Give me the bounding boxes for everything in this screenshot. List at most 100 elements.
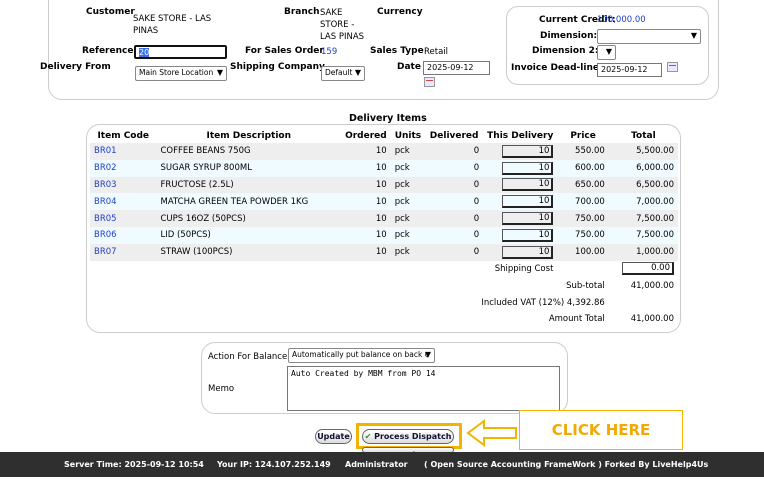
item-ordered: 10 (375, 247, 387, 258)
calendar-icon[interactable] (667, 62, 678, 72)
this-delivery-input[interactable]: 10 (502, 195, 554, 209)
item-description: CUPS 16OZ (50PCS) (160, 213, 246, 224)
amount-total-label: Amount Total (548, 314, 605, 325)
this-delivery-input[interactable]: 10 (502, 161, 554, 175)
chevron-down-icon: ▼ (605, 47, 612, 56)
sales-type-label: Sales Type (370, 46, 424, 56)
dimension2-select[interactable]: ▼ (597, 45, 616, 60)
delivery-items-table: Item Code Item Description Ordered Units… (90, 129, 678, 328)
item-total: 5,500.00 (636, 146, 674, 157)
amount-total-row: Amount Total 41,000.00 (90, 311, 678, 328)
item-code-link[interactable]: BR05 (90, 210, 156, 227)
currency-label: Currency (377, 7, 423, 17)
item-price: 700.00 (575, 196, 605, 207)
table-row: BR04 MATCHA GREEN TEA POWDER 1KG 10 pck … (90, 193, 678, 211)
dimension-select[interactable]: ▼ (597, 29, 701, 44)
date-input[interactable]: 2025-09-12 (423, 61, 490, 75)
update-button[interactable]: Update (315, 429, 352, 444)
table-row: BR05 CUPS 16OZ (50PCS) 10 pck 0 10 750.0… (90, 210, 678, 227)
dimension-label: Dimension: (540, 31, 598, 41)
delivery-items-title: Delivery Items (349, 113, 427, 124)
item-delivered: 0 (473, 230, 480, 241)
item-total: 6,500.00 (636, 179, 674, 190)
item-price: 750.00 (575, 230, 605, 241)
item-price: 100.00 (575, 247, 605, 258)
vat-label: Included VAT (12%) (481, 297, 565, 308)
memo-label: Memo (208, 384, 235, 394)
item-code-link[interactable]: BR06 (90, 227, 156, 244)
item-total: 1,000.00 (636, 247, 674, 258)
delivery-from-select[interactable]: Main Store Location ▼ (135, 66, 227, 81)
table-row: BR01 COFFEE BEANS 750G 10 pck 0 10 550.0… (90, 143, 678, 160)
item-description: SUGAR SYRUP 800ML (160, 163, 252, 174)
item-delivered: 0 (473, 179, 480, 190)
item-ordered: 10 (375, 230, 387, 241)
action-balance-select[interactable]: Automatically put balance on back o ▼ (288, 348, 435, 363)
item-code-link[interactable]: BR07 (90, 244, 156, 261)
item-description: MATCHA GREEN TEA POWDER 1KG (160, 196, 309, 207)
sales-order-label: For Sales Order (245, 46, 324, 56)
this-delivery-input[interactable]: 10 (502, 144, 554, 158)
item-code-link[interactable]: BR02 (90, 160, 156, 177)
this-delivery-input[interactable]: 10 (502, 178, 554, 192)
memo-textarea[interactable]: Auto Created by MBM from PO 14 (287, 366, 560, 411)
item-price: 750.00 (575, 213, 605, 224)
item-total: 7,000.00 (636, 196, 674, 207)
shipping-company-select[interactable]: Default ▼ (321, 66, 365, 81)
action-balance-label: Action For Balance (208, 352, 288, 362)
item-description: FRUCTOSE (2.5L) (160, 179, 234, 190)
item-description: COFFEE BEANS 750G (160, 146, 251, 157)
item-code-link[interactable]: BR01 (90, 143, 156, 160)
shipping-cost-input[interactable]: 0.00 (622, 262, 674, 276)
date-label: Date (397, 62, 421, 72)
subtotal-row: Sub-total 41,000.00 (90, 277, 678, 294)
branch-label: Branch (284, 7, 320, 17)
item-delivered: 0 (473, 163, 480, 174)
subtotal-label: Sub-total (566, 280, 605, 291)
item-delivered: 0 (473, 247, 480, 258)
item-code-link[interactable]: BR03 (90, 177, 156, 194)
item-units: pck (394, 146, 410, 157)
this-delivery-input[interactable]: 10 (502, 212, 554, 226)
item-delivered: 0 (473, 196, 480, 207)
col-item-code: Item Code (97, 131, 150, 141)
user-ip: Your IP: 124.107.252.149 (217, 460, 331, 469)
item-units: pck (394, 196, 410, 207)
invoice-deadline-input[interactable]: 2025-09-12 (597, 63, 662, 77)
this-delivery-input[interactable]: 10 (502, 245, 554, 259)
process-dispatch-button[interactable]: ✔ Process Dispatch (362, 429, 454, 444)
col-price: Price (570, 131, 596, 141)
item-ordered: 10 (375, 179, 387, 190)
item-price: 650.00 (575, 179, 605, 190)
item-units: pck (394, 213, 410, 224)
checkmark-icon: ✔ (364, 432, 372, 441)
shipping-cost-label: Shipping Cost (494, 263, 554, 274)
chevron-down-icon: ▼ (424, 350, 431, 359)
subtotal-value: 41,000.00 (630, 280, 674, 291)
delivery-from-label: Delivery From (40, 62, 111, 72)
server-time: Server Time: 2025-09-12 10:54 (64, 460, 204, 469)
chevron-down-icon: ▼ (216, 68, 223, 77)
col-total: Total (631, 131, 656, 141)
reference-input[interactable]: 20 (134, 45, 227, 59)
item-total: 7,500.00 (636, 230, 674, 241)
calendar-icon[interactable] (424, 77, 435, 87)
invoice-deadline-label: Invoice Dead-line (511, 63, 599, 73)
col-item-description: Item Description (206, 131, 292, 141)
col-this-delivery: This Delivery (487, 131, 554, 141)
col-ordered: Ordered (345, 131, 387, 141)
item-ordered: 10 (375, 163, 387, 174)
item-price: 600.00 (575, 163, 605, 174)
click-here-callout: CLICK HERE (519, 410, 683, 450)
item-units: pck (394, 163, 410, 174)
col-units: Units (394, 131, 422, 141)
item-code-link[interactable]: BR04 (90, 193, 156, 210)
user-name: Administrator (345, 460, 408, 469)
shipping-company-label: Shipping Company (230, 62, 325, 72)
reference-label: Reference (82, 46, 134, 56)
sales-order-link[interactable]: 159 (321, 47, 337, 57)
this-delivery-input[interactable]: 10 (502, 228, 554, 242)
table-row: BR03 FRUCTOSE (2.5L) 10 pck 0 10 650.00 … (90, 176, 678, 194)
amount-total-value: 41,000.00 (630, 314, 674, 325)
vat-row: Included VAT (12%) 4,392.86 (90, 294, 678, 311)
